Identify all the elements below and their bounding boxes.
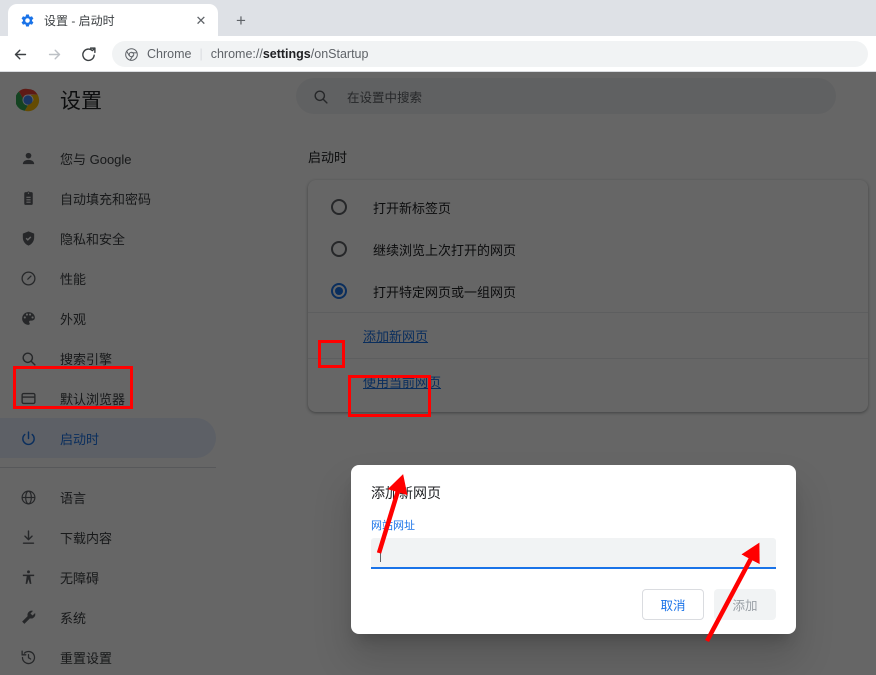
- url-field-label: 网站网址: [371, 520, 415, 532]
- url-prefix: chrome://: [210, 47, 263, 61]
- new-tab-button[interactable]: +: [228, 7, 254, 33]
- forward-icon[interactable]: [40, 40, 68, 68]
- url-bold-part: settings: [262, 47, 311, 61]
- cancel-button[interactable]: 取消: [642, 589, 704, 620]
- browser-tab[interactable]: 设置 - 启动时 ✕: [8, 4, 218, 36]
- omnibox-separator: |: [199, 47, 203, 61]
- tab-strip: 设置 - 启动时 ✕ +: [0, 0, 876, 36]
- dialog-actions: 取消 添加: [642, 589, 776, 620]
- omnibox-chrome-label: Chrome: [147, 47, 192, 61]
- settings-page: 设置 您与 Google 自动填充和密码 隐私和安全: [0, 72, 876, 675]
- browser-chrome: 设置 - 启动时 ✕ + Chrome | chrome://settings/…: [0, 0, 876, 72]
- close-icon[interactable]: ✕: [192, 11, 210, 29]
- browser-toolbar: Chrome | chrome://settings/onStartup: [0, 36, 876, 72]
- url-input[interactable]: [379, 538, 768, 567]
- url-input-wrapper[interactable]: [371, 538, 776, 569]
- settings-gear-icon: [19, 12, 35, 28]
- add-new-page-dialog: 添加新网页 网站网址 取消 添加: [351, 465, 796, 634]
- omnibox-url: chrome://settings/onStartup: [211, 47, 369, 61]
- chrome-icon: [124, 47, 139, 62]
- add-button[interactable]: 添加: [714, 589, 776, 620]
- url-suffix: /onStartup: [310, 47, 369, 61]
- text-caret: [380, 545, 381, 562]
- reload-icon[interactable]: [74, 40, 102, 68]
- tab-title: 设置 - 启动时: [44, 13, 115, 28]
- back-icon[interactable]: [6, 40, 34, 68]
- dialog-title: 添加新网页: [371, 485, 441, 501]
- address-bar[interactable]: Chrome | chrome://settings/onStartup: [112, 41, 868, 67]
